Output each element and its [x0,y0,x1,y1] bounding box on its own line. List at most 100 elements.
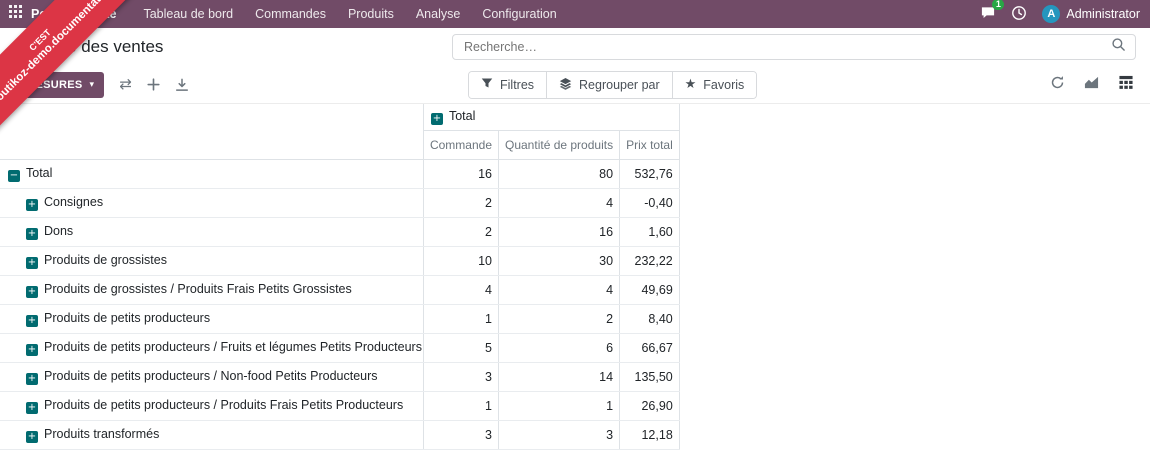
nav-menu: Tableau de bord Commandes Produits Analyse C… [132,0,567,28]
caret-down-icon: ▾ [89,79,95,90]
pivot-cell[interactable]: 8,40 [619,304,680,334]
pivot-cell[interactable]: 10 [422,246,499,276]
search-bar[interactable] [452,34,1136,60]
layers-icon [559,77,572,93]
pivot-cell[interactable]: 5 [422,333,499,363]
expand-plus-icon[interactable]: + [26,402,38,414]
pivot-row-header[interactable]: + Produits de grossistes / Produits Frais… [0,275,424,305]
pivot-cell[interactable]: 4 [497,188,620,218]
control-panel-top: Analyse des ventes [0,28,1150,66]
favorites-label: Favoris [703,77,745,92]
pivot-cell[interactable]: 2 [422,188,499,218]
expand-plus-icon[interactable]: + [26,315,38,327]
pivot-cell[interactable]: 4 [422,275,499,305]
expand-plus-icon[interactable]: + [26,286,38,298]
pivot-cell[interactable]: 3 [497,420,620,450]
collapse-minus-icon[interactable]: − [8,170,20,182]
column-group-header[interactable]: + Total [422,104,680,131]
pivot-cell[interactable]: 1 [422,391,499,421]
pivot-cell[interactable]: -0,40 [619,188,680,218]
pivot-cell[interactable]: 30 [497,246,620,276]
expand-plus-icon[interactable]: + [26,344,38,356]
pivot-row-label: Dons [44,224,74,238]
expand-plus-icon[interactable]: + [26,228,38,240]
refresh-icon [1050,75,1065,95]
favorites-button[interactable]: ★ Favoris [672,71,757,98]
pivot-cell[interactable]: 4 [497,275,620,305]
pivot-cell[interactable]: 80 [497,159,620,189]
pivot-cell[interactable]: 14 [497,362,620,392]
pivot-cell[interactable]: 49,69 [619,275,680,305]
measure-column-header[interactable]: Prix total [619,130,680,160]
messages-menu-button[interactable]: 1 [980,0,1005,23]
pivot-row: + Dons 2 16 1,60 [0,217,680,247]
search-input[interactable] [462,39,1111,55]
expand-plus-icon[interactable]: + [26,199,38,211]
group-by-label: Regrouper par [579,77,660,92]
pivot-row: + Produits de petits producteurs / Non-fo… [0,362,680,392]
pivot-row-header[interactable]: + Produits transformés [0,420,424,450]
pivot-cell[interactable]: 532,76 [619,159,680,189]
pivot-view: + Total Commande Quantité de produits Prix … [0,104,1150,450]
apps-menu-button[interactable] [0,0,31,28]
expand-plus-icon[interactable]: + [430,113,443,125]
user-menu[interactable]: A Administrator [1042,5,1140,23]
nav-item-produits[interactable]: Produits [337,0,405,28]
pivot-row-header[interactable]: − Total [0,159,424,189]
pivot-cell[interactable]: 1 [497,391,620,421]
pivot-cell[interactable]: 2 [497,304,620,334]
expand-all-icon[interactable] [147,78,160,91]
pivot-cell[interactable]: 6 [497,333,620,363]
pivot-cell[interactable]: 232,22 [619,246,680,276]
pivot-cell[interactable]: 3 [422,420,499,450]
expand-plus-icon[interactable]: + [26,431,38,443]
app-name[interactable]: Point de vente [31,7,116,21]
pivot-cell[interactable]: 2 [422,217,499,247]
navbar-left: Point de vente Tableau de bord Commandes P… [0,0,568,28]
pivot-row-header[interactable]: + Dons [0,217,424,247]
pivot-cell[interactable]: 16 [497,217,620,247]
nav-item-tableau-de-bord[interactable]: Tableau de bord [132,0,244,28]
flip-axis-icon[interactable]: ⇄ [119,77,132,92]
pivot-row-header[interactable]: + Produits de petits producteurs / Non-fo… [0,362,424,392]
expand-plus-icon[interactable]: + [26,257,38,269]
activities-button[interactable] [1011,5,1027,24]
pivot-row-label: Consignes [44,195,104,209]
pivot-cell[interactable]: 12,18 [619,420,680,450]
download-icon[interactable] [175,78,189,92]
pivot-row-label: Produits de petits producteurs [44,311,211,325]
pivot-row: + Produits de grossistes 10 30 232,22 [0,246,680,276]
search-options-group: Filtres Regrouper par ★ Favoris [468,70,758,99]
pivot-row-header[interactable]: + Produits de grossistes [0,246,424,276]
nav-item-analyse[interactable]: Analyse [405,0,471,28]
measure-column-header[interactable]: Quantité de produits [497,130,620,160]
pivot-cell[interactable]: 1,60 [619,217,680,247]
refresh-button[interactable] [1050,75,1065,95]
pivot-cell[interactable]: 16 [422,159,499,189]
measure-column-header[interactable]: Commande [422,130,499,160]
expand-plus-icon[interactable]: + [26,373,38,385]
pivot-cell[interactable]: 3 [422,362,499,392]
pivot-cell[interactable]: 66,67 [619,333,680,363]
pivot-row-label: Produits de petits producteurs / Produit… [44,398,404,412]
nav-item-configuration[interactable]: Configuration [471,0,567,28]
search-icon[interactable] [1111,37,1126,57]
pivot-buttons: MESURES ▾ ⇄ [0,71,452,98]
group-by-button[interactable]: Regrouper par [547,71,673,98]
pivot-row-header[interactable]: + Produits de petits producteurs / Produi… [0,391,424,421]
pivot-row-header[interactable]: + Consignes [0,188,424,218]
graph-view-button[interactable] [1083,75,1100,95]
pivot-cell[interactable]: 26,90 [619,391,680,421]
filters-button[interactable]: Filtres [469,71,548,98]
measures-button[interactable]: MESURES ▾ [16,71,105,98]
pivot-row-label: Total [26,166,53,180]
pivot-cell[interactable]: 1 [422,304,499,334]
pivot-row-label: Produits de grossistes / Produits Frais … [44,282,352,296]
nav-item-commandes[interactable]: Commandes [244,0,337,28]
avatar: A [1042,5,1061,23]
pivot-view-button[interactable] [1118,75,1134,95]
pivot-row-header[interactable]: + Produits de petits producteurs / Fruits… [0,333,424,363]
pivot-cell[interactable]: 135,50 [619,362,680,392]
view-switcher [1050,75,1150,95]
pivot-row-header[interactable]: + Produits de petits producteurs [0,304,424,334]
